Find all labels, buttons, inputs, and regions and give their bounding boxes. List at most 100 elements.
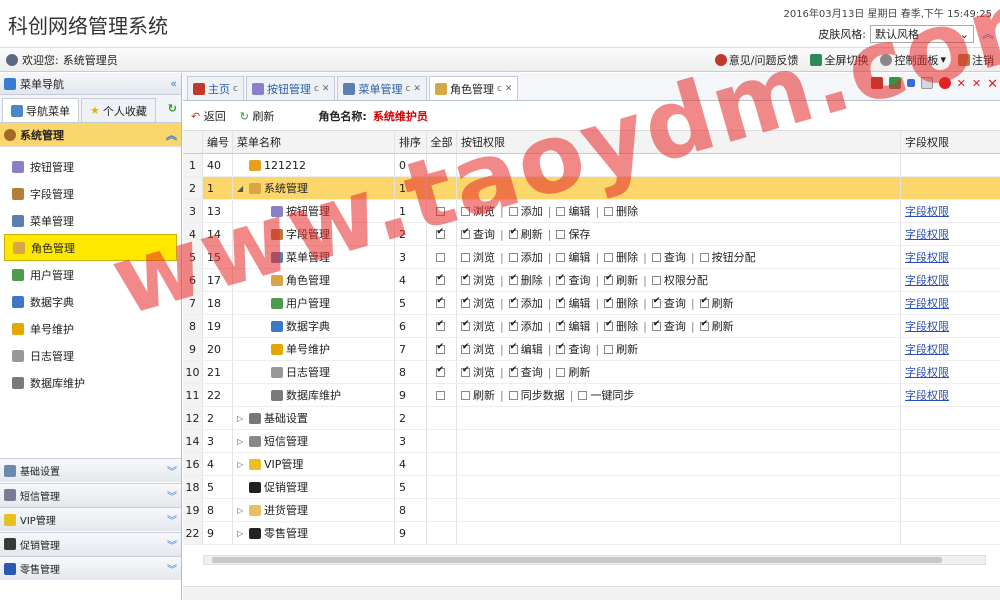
checkbox[interactable] bbox=[556, 319, 566, 331]
field-permission-link[interactable]: 字段权限 bbox=[905, 295, 949, 311]
sidebar-section[interactable]: 零售管理 ︾ bbox=[0, 556, 181, 580]
header-cell[interactable]: 菜单名称 bbox=[233, 131, 395, 153]
checkbox[interactable] bbox=[604, 252, 614, 262]
permission-checkbox[interactable]: 刷新 bbox=[604, 341, 638, 357]
checkbox[interactable] bbox=[461, 252, 470, 262]
checkbox[interactable] bbox=[508, 319, 518, 331]
field-permission-link[interactable]: 字段权限 bbox=[905, 387, 949, 403]
sidebar-item[interactable]: 按钮管理 bbox=[0, 153, 181, 180]
table-row[interactable]: 414 字段管理 2 查询 | 刷新 | 保存 字段权限 bbox=[183, 223, 1000, 246]
reload-icon[interactable]: c bbox=[497, 84, 502, 94]
refresh-button[interactable]: ↻ 刷新 bbox=[240, 108, 275, 124]
permission-checkbox[interactable]: 查询 bbox=[651, 318, 686, 334]
checkbox[interactable] bbox=[651, 319, 661, 331]
checkbox[interactable] bbox=[578, 390, 588, 400]
tile-icon[interactable] bbox=[888, 77, 901, 89]
select-all-checkbox[interactable] bbox=[435, 342, 445, 354]
checkbox[interactable] bbox=[461, 342, 470, 354]
field-permission-link[interactable]: 字段权限 bbox=[905, 318, 949, 334]
checkbox[interactable] bbox=[556, 229, 566, 239]
permission-checkbox[interactable]: 一键同步 bbox=[578, 387, 634, 403]
permission-checkbox[interactable]: 删除 bbox=[604, 318, 638, 334]
close-icon[interactable]: ✕ bbox=[957, 77, 966, 92]
permission-checkbox[interactable]: 浏览 bbox=[461, 249, 495, 265]
reload-icon[interactable]: c bbox=[405, 84, 410, 94]
close-tab-icon[interactable]: ✕ bbox=[322, 84, 330, 94]
field-permission-link[interactable]: 字段权限 bbox=[905, 341, 949, 357]
section-system[interactable]: 系统管理 ︽ bbox=[0, 123, 181, 147]
permission-checkbox[interactable]: 浏览 bbox=[461, 203, 495, 219]
table-row[interactable]: 920 单号维护 7 浏览 | 编辑 | 查询 | 刷新 字段权限 bbox=[183, 338, 1000, 361]
permission-checkbox[interactable]: 添加 bbox=[508, 203, 543, 219]
checkbox[interactable] bbox=[461, 206, 470, 216]
table-row[interactable]: 3 13 按钮管理 1 浏览 | 添加 | 编辑 | 删除 字段权限 bbox=[183, 200, 1000, 223]
checkbox[interactable] bbox=[508, 342, 518, 354]
checkbox[interactable] bbox=[461, 296, 470, 308]
permission-checkbox[interactable]: 删除 bbox=[604, 249, 638, 265]
checkbox[interactable] bbox=[604, 319, 614, 331]
checkbox[interactable] bbox=[556, 367, 566, 377]
field-permission-link[interactable]: 字段权限 bbox=[905, 364, 949, 380]
expand-icon[interactable]: ▷ bbox=[237, 506, 249, 515]
permission-checkbox[interactable]: 编辑 bbox=[556, 249, 590, 265]
table-row[interactable]: 22 9 ▷ 零售管理 9 bbox=[183, 522, 1000, 545]
checkbox[interactable] bbox=[556, 296, 566, 308]
checkbox[interactable] bbox=[508, 365, 518, 377]
sidebar-section[interactable]: 短信管理 ︾ bbox=[0, 482, 181, 507]
checkbox[interactable] bbox=[699, 319, 709, 331]
page-tab[interactable]: 角色管理 c ✕ bbox=[428, 76, 519, 100]
checkbox[interactable] bbox=[604, 296, 614, 308]
permission-checkbox[interactable]: 按钮分配 bbox=[699, 249, 756, 265]
field-permission-link[interactable]: 字段权限 bbox=[905, 272, 949, 288]
table-row[interactable]: 718 用户管理 5 浏览 | 添加 | 编辑 | 删除 | 查询 | 刷新 字段权限 bbox=[183, 292, 1000, 315]
tab-nav-menu[interactable]: 导航菜单 bbox=[2, 98, 79, 122]
permission-checkbox[interactable]: 编辑 bbox=[556, 203, 590, 219]
permission-checkbox[interactable]: 刷新 bbox=[699, 318, 734, 334]
reload-icon[interactable]: c bbox=[233, 84, 238, 94]
sidebar-section[interactable]: 基础设置 ︾ bbox=[0, 458, 181, 482]
checkbox[interactable] bbox=[508, 273, 518, 285]
permission-checkbox[interactable]: 编辑 bbox=[508, 341, 543, 357]
permission-checkbox[interactable]: 添加 bbox=[508, 295, 543, 311]
select-all-checkbox[interactable] bbox=[435, 252, 445, 262]
page-tab[interactable]: 按钮管理 c ✕ bbox=[245, 76, 336, 100]
permission-checkbox[interactable]: 查询 bbox=[508, 364, 543, 380]
header-cell[interactable]: 排序 bbox=[395, 131, 427, 153]
select-all-checkbox[interactable] bbox=[435, 273, 445, 285]
logout-button[interactable]: 注销 bbox=[958, 52, 994, 68]
permission-checkbox[interactable]: 添加 bbox=[508, 318, 543, 334]
select-all-checkbox[interactable] bbox=[435, 365, 445, 377]
field-permission-link[interactable]: 字段权限 bbox=[905, 226, 949, 242]
permission-checkbox[interactable]: 浏览 bbox=[461, 272, 495, 288]
permission-checkbox[interactable]: 刷新 bbox=[604, 272, 638, 288]
header-cell[interactable]: 编号 bbox=[203, 131, 233, 153]
page-tab[interactable]: 主页 c bbox=[187, 76, 244, 100]
select-all-checkbox[interactable] bbox=[435, 227, 445, 239]
table-row[interactable]: 1 40 121212 0 bbox=[183, 154, 1000, 177]
checkbox[interactable] bbox=[604, 344, 614, 354]
expand-icon[interactable]: ▷ bbox=[237, 437, 249, 446]
table-row[interactable]: 11 22 数据库维护 9 刷新 | 同步数据 | 一键同步 字段权限 bbox=[183, 384, 1000, 407]
control-panel-button[interactable]: 控制面板 ▾ bbox=[880, 52, 946, 68]
select-all-checkbox[interactable] bbox=[435, 319, 445, 331]
permission-checkbox[interactable]: 浏览 bbox=[461, 318, 495, 334]
checkbox[interactable] bbox=[556, 206, 566, 216]
collapse-sidebar-icon[interactable]: « bbox=[170, 77, 177, 90]
checkbox[interactable] bbox=[556, 273, 566, 285]
header-cell[interactable]: 按钮权限 bbox=[457, 131, 901, 153]
checkbox[interactable] bbox=[461, 365, 470, 377]
select-all-checkbox[interactable] bbox=[435, 390, 445, 400]
fullscreen-button[interactable]: 全屏切换 bbox=[810, 52, 868, 68]
table-row[interactable]: 819 数据字典 6 浏览 | 添加 | 编辑 | 删除 | 查询 | 刷新 字段权限 bbox=[183, 315, 1000, 338]
close-other-icon[interactable]: ✕ bbox=[972, 77, 981, 92]
permission-checkbox[interactable]: 查询 bbox=[461, 226, 495, 242]
permission-checkbox[interactable]: 浏览 bbox=[461, 295, 495, 311]
collapse-header-icon[interactable]: ︽ bbox=[982, 25, 994, 42]
checkbox[interactable] bbox=[699, 252, 709, 262]
checkbox[interactable] bbox=[508, 206, 518, 216]
select-all-checkbox[interactable] bbox=[435, 206, 445, 216]
table-row[interactable]: 617 角色管理 4 浏览 | 删除 | 查询 | 刷新 | 权限分配 字段权限 bbox=[183, 269, 1000, 292]
permission-checkbox[interactable]: 查询 bbox=[651, 295, 686, 311]
sidebar-section[interactable]: VIP管理 ︾ bbox=[0, 507, 181, 531]
checkbox[interactable] bbox=[556, 342, 566, 354]
